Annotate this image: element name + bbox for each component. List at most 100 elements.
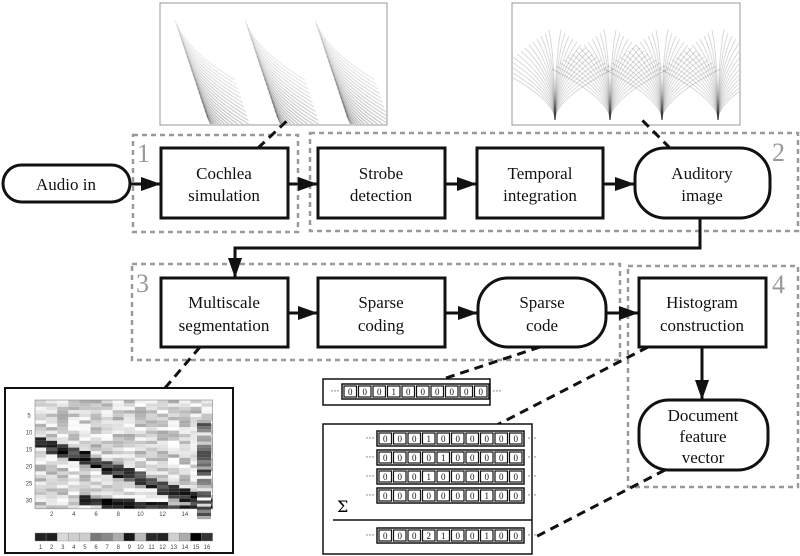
heatmap-cell: [134, 413, 146, 417]
heatmap-cell: [112, 495, 124, 499]
side-bar-cell: [197, 472, 211, 476]
heatmap-cell: [134, 400, 146, 404]
heatmap-cell: [134, 464, 146, 468]
vector-cell-value: 0: [398, 434, 403, 444]
heatmap-cell: [35, 403, 47, 407]
heatmap-cell: [134, 502, 146, 506]
heatmap-cell: [134, 437, 146, 441]
ellipsis-left: ···: [366, 433, 375, 443]
heatmap-cell: [35, 474, 47, 479]
heatmap-cell: [90, 461, 102, 465]
heatmap-cell: [101, 461, 113, 465]
heatmap-cell: [157, 491, 169, 496]
heatmap-cell: [123, 417, 135, 421]
heatmap-cell: [168, 471, 180, 475]
heatmap-cell: [79, 434, 91, 438]
heatmap-cell: [90, 505, 102, 509]
heatmap-cell: [146, 423, 158, 428]
heatmap-cell: [35, 420, 47, 424]
heatmap-cell: [123, 440, 135, 445]
heatmap-cell: [179, 434, 191, 438]
sparse-coding-label-1: Sparse: [358, 293, 403, 312]
heatmap-cell: [68, 498, 80, 502]
heatmap-cell: [57, 410, 69, 414]
vector-cell-value: 0: [514, 491, 519, 501]
heatmap-cell: [134, 457, 146, 462]
ellipsis-left: ···: [366, 452, 375, 462]
heatmap-cell: [46, 434, 58, 438]
heatmap-cell: [46, 403, 58, 407]
heatmap-cell: [168, 457, 180, 462]
vector-cell-value: 0: [383, 453, 388, 463]
colorbar-cell: [201, 532, 213, 542]
heatmap-cell: [134, 434, 146, 438]
heatmap-cell: [157, 420, 169, 424]
heatmap-cell: [90, 464, 102, 468]
heatmap-cell: [90, 491, 102, 496]
cochlea-label-1: Cochlea: [196, 164, 252, 183]
heatmap-cell: [112, 471, 124, 475]
heatmap-cell: [101, 400, 113, 404]
heatmap-cell: [112, 461, 124, 465]
heatmap-cell: [79, 468, 91, 472]
side-bar-cell: [197, 429, 211, 433]
vector-cell-value: 0: [470, 434, 475, 444]
heatmap-cell: [57, 447, 69, 451]
heatmap-cell: [79, 406, 91, 411]
heatmap-cell: [46, 454, 58, 458]
heatmap-cell: [168, 451, 180, 455]
vector-cell-value: 0: [499, 531, 504, 541]
heatmap-cell: [57, 485, 69, 489]
heatmap-cell: [79, 430, 91, 434]
heatmap-cell: [157, 488, 169, 492]
heatmap-cell: [123, 437, 135, 441]
colorbar-cell: [57, 532, 69, 542]
heatmap-cell: [101, 454, 113, 458]
heatmap-cell: [101, 427, 113, 431]
heatmap-cell: [157, 454, 169, 458]
ellipsis-left: ···: [366, 530, 375, 540]
heatmap-cell: [90, 423, 102, 428]
heatmap-cell: [168, 444, 180, 448]
heatmap-cell: [134, 498, 146, 502]
heatmap-cell: [101, 417, 113, 421]
heatmap-cell: [101, 491, 113, 496]
heatmap-cell: [112, 403, 124, 407]
group-4-number: 4: [772, 270, 785, 299]
vector-cell-value: 0: [450, 387, 455, 397]
heatmap-cell: [134, 410, 146, 414]
heatmap-cell: [179, 444, 191, 448]
heatmap-cell: [79, 417, 91, 421]
vector-cell-value: 1: [485, 531, 490, 541]
heatmap-cell: [179, 481, 191, 485]
heatmap-cell: [79, 400, 91, 404]
ellipsis-right: ···: [493, 386, 502, 396]
heatmap-cell: [134, 427, 146, 431]
vector-cell-value: 1: [485, 491, 490, 501]
ellipsis-right: ···: [528, 471, 537, 481]
side-bar-cell: [197, 441, 211, 445]
heatmap-cell: [157, 474, 169, 479]
heatmap-cell: [68, 505, 80, 509]
heatmap-cell: [68, 427, 80, 431]
heatmap-cell: [101, 505, 113, 509]
heatmap-cell: [68, 410, 80, 414]
side-bar-cell: [197, 432, 211, 436]
heatmap-cell: [168, 434, 180, 438]
heatmap-cell: [134, 471, 146, 475]
heatmap-cell: [101, 406, 113, 411]
heatmap-cell: [179, 454, 191, 458]
heatmap-cell: [57, 457, 69, 462]
heatmap-cell: [134, 444, 146, 448]
heatmap-cell: [112, 488, 124, 492]
heatmap-cell: [190, 417, 202, 421]
heatmap-cell: [146, 437, 158, 441]
heatmap-cell: [179, 478, 191, 482]
heatmap-cell: [134, 495, 146, 499]
heatmap-cell: [57, 505, 69, 509]
heatmap-cell: [57, 474, 69, 479]
heatmap-cell: [146, 471, 158, 475]
vector-cell-value: 0: [499, 453, 504, 463]
heatmap-cell: [168, 400, 180, 404]
heatmap-cell: [57, 437, 69, 441]
